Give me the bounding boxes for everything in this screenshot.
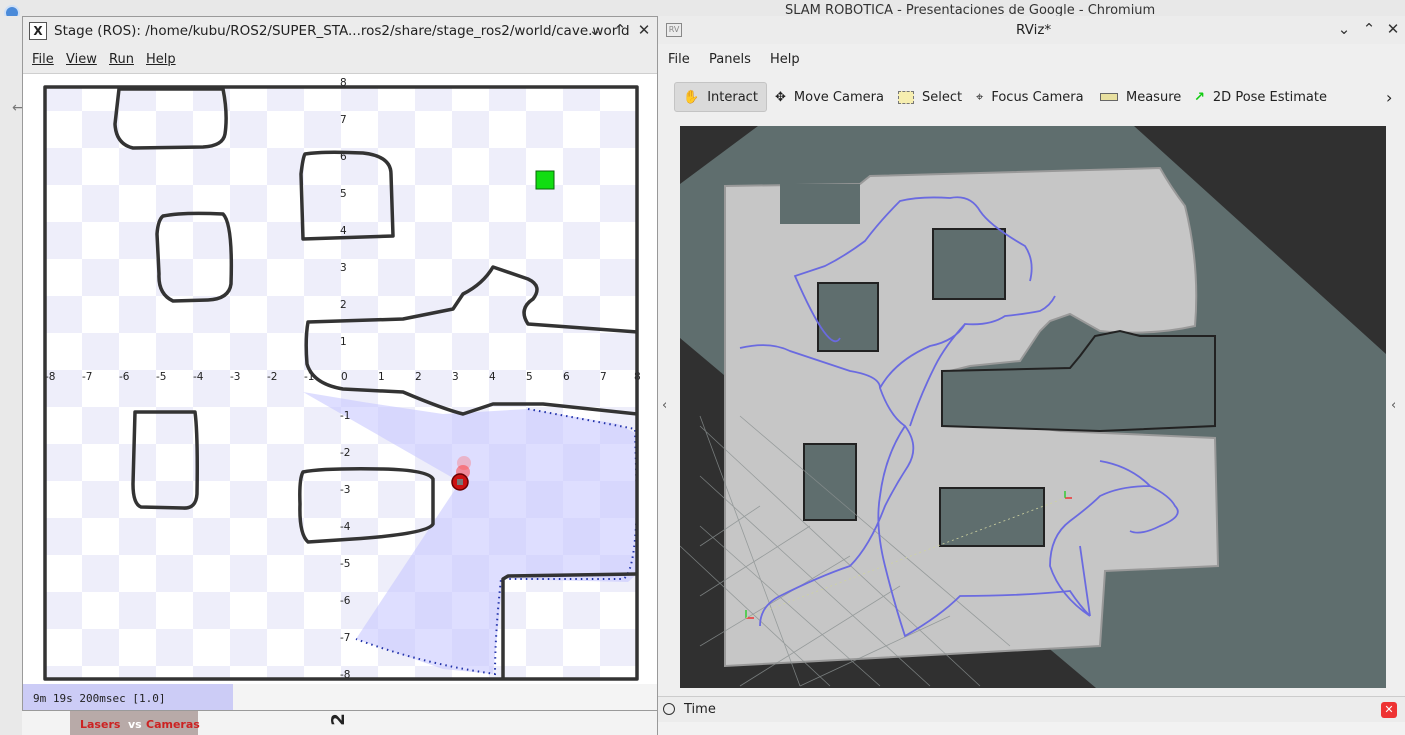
map-view-svg [680,126,1386,688]
tool-label: Select [922,89,963,105]
y-tick: -6 [340,595,351,607]
x-tick: -6 [119,371,130,383]
menu-file[interactable]: File [32,52,54,67]
tool-focus-camera[interactable]: ⌖ Focus Camera [976,82,1084,112]
y-tick: -2 [340,447,350,459]
y-tick: 7 [340,114,347,126]
y-tick: -7 [340,632,350,644]
map-obstacle [780,184,860,224]
time-panel: Time ✕ [658,696,1405,723]
y-tick: 2 [340,299,347,311]
tool-label: Focus Camera [991,89,1084,105]
close-panel-icon[interactable]: ✕ [1381,702,1397,718]
move-icon: ✥ [775,89,786,105]
stage-world-svg: -8 -7 -6 -5 -4 -3 -2 -1 0 1 2 3 4 5 6 7 … [43,77,641,681]
map-obstacle [939,487,1045,547]
stage-statusbar: 9m 19s 200msec [1.0] [23,684,233,710]
ruler-icon [1100,93,1118,101]
tool-select[interactable]: Select [898,82,962,112]
left-dock-toggle[interactable]: ‹ [658,126,676,688]
rviz-logo-icon: RV [666,23,682,37]
close-icon[interactable]: ✕ [1383,20,1403,38]
y-tick: 1 [340,336,347,348]
rviz-menubar: File Panels Help [658,44,1405,72]
tool-move-camera[interactable]: ✥ Move Camera [775,82,884,112]
menu-help[interactable]: Help [770,52,800,67]
map-obstacle [932,228,1006,300]
menu-help[interactable]: Help [146,52,176,67]
y-tick: -3 [340,484,350,496]
y-tick: 3 [340,262,347,274]
clock-icon [663,703,675,715]
chevron-left-icon: ‹ [662,398,668,413]
stage-menubar: File View Run Help [23,45,657,74]
focus-icon: ⌖ [976,89,984,105]
rviz-titlebar[interactable]: RV RViz* ⌄ ⌃ ✕ [658,16,1405,44]
map-obstacle [817,282,879,352]
tool-interact[interactable]: ✋ Interact [674,82,767,112]
rviz-3d-view[interactable] [680,126,1386,688]
background-slide-strip: Lasers vs Cameras 2 [22,711,658,735]
maximize-icon[interactable]: ⌃ [1359,20,1379,38]
x-tick: 3 [452,371,459,383]
tool-label: Measure [1126,89,1182,105]
x11-logo-icon: X [29,22,47,40]
rviz-window: RV RViz* ⌄ ⌃ ✕ File Panels Help ✋ Intera… [657,16,1405,735]
stage-titlebar[interactable]: X Stage (ROS): /home/kubu/ROS2/SUPER_STA… [23,17,657,45]
y-tick: -5 [340,558,350,570]
chevron-right-icon[interactable]: › [1386,88,1392,107]
x-tick: 0 [341,371,348,383]
menu-panels[interactable]: Panels [709,52,751,67]
menu-run[interactable]: Run [109,52,134,67]
x-tick: -4 [193,371,204,383]
y-tick: 5 [340,188,347,200]
x-tick: -7 [82,371,92,383]
tool-measure[interactable]: Measure [1100,82,1181,112]
chevron-left-icon: ‹ [1391,398,1397,413]
y-tick: -4 [340,521,351,533]
stage-title: Stage (ROS): /home/kubu/ROS2/SUPER_STA..… [54,23,630,39]
y-tick: -1 [340,410,350,422]
background-browser-bar: SLAM ROBOTICA - Presentaciones de Google… [0,0,1405,21]
y-tick: 4 [340,225,347,237]
x-tick: -2 [267,371,277,383]
slide-number: 2 [327,713,349,726]
menu-file[interactable]: File [668,52,690,67]
pose-arrow-icon: ↗ [1194,89,1205,105]
select-icon [898,90,914,104]
thumb-left-text: Lasers [80,718,121,731]
tool-label: 2D Pose Estimate [1212,89,1327,105]
minimize-icon[interactable]: ⌄ [585,21,605,39]
goal-marker [535,170,555,190]
maximize-icon[interactable]: ⌃ [610,21,630,39]
time-panel-fields [658,722,1405,735]
tool-label: Interact [707,89,758,105]
x-tick: 6 [563,371,570,383]
x-tick: 7 [600,371,607,383]
sim-time: 9m 19s 200msec [1.0] [33,692,166,705]
tool-2d-pose-estimate[interactable]: ↗ 2D Pose Estimate [1194,82,1327,112]
background-browser-side: ← [0,16,24,735]
hand-icon: ✋ [683,89,700,105]
right-dock-toggle[interactable]: ‹ [1387,126,1405,688]
x-tick: 1 [378,371,385,383]
thumb-right-text: Cameras [146,718,200,731]
rviz-toolbar: ✋ Interact ✥ Move Camera Select ⌖ Focus … [658,76,1405,116]
x-tick: 2 [415,371,422,383]
x-tick: 4 [489,371,496,383]
x-tick: -3 [230,371,240,383]
x-tick: 5 [526,371,533,383]
slide-thumbnail[interactable]: Lasers vs Cameras [70,711,200,735]
minimize-icon[interactable]: ⌄ [1334,20,1354,38]
stage-canvas[interactable]: -8 -7 -6 -5 -4 -3 -2 -1 0 1 2 3 4 5 6 7 … [23,74,657,684]
tool-label: Move Camera [793,89,884,105]
menu-view[interactable]: View [66,52,97,67]
close-icon[interactable]: ✕ [634,21,654,39]
robot-sensor [457,479,463,485]
stage-window: X Stage (ROS): /home/kubu/ROS2/SUPER_STA… [22,16,658,711]
time-panel-label: Time [684,702,716,717]
x-tick: -5 [156,371,166,383]
thumb-vs-text: vs [128,718,142,731]
rviz-title: RViz* [1016,22,1052,38]
